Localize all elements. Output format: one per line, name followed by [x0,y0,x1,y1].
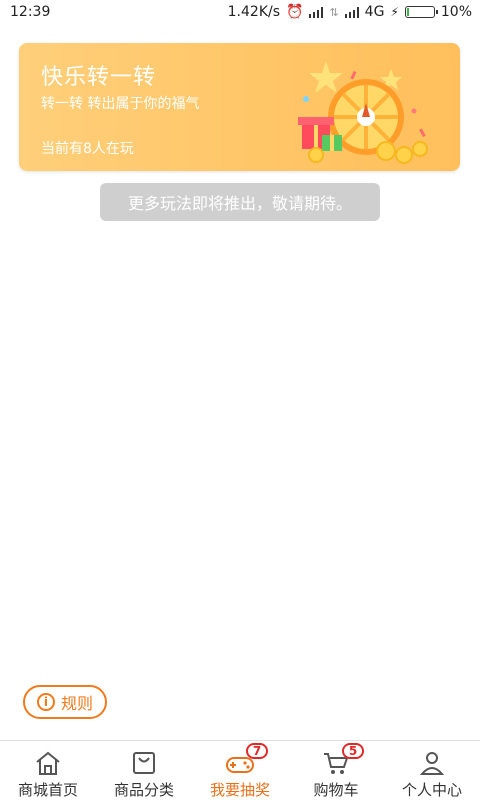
nav-home-label: 商城首页 [17,781,78,799]
status-time: 12:39 [10,4,51,20]
rules-button[interactable]: i 规则 [23,685,107,719]
alarm-icon: ⏰ [286,4,304,20]
nav-category-label: 商品分类 [113,781,174,799]
bag-icon [129,749,159,777]
nav-profile[interactable]: 个人中心 [384,741,480,800]
data-arrows-icon: ⇅ [329,5,339,19]
star-icon [309,61,343,93]
prize-wheel-illustration [298,61,428,164]
battery-percent: 10% [440,4,472,20]
nav-lottery-label: 我要抽奖 [209,781,270,799]
bottom-nav: 商城首页 商品分类 7 我要抽奖 5 购物车 个人中心 [0,740,480,800]
info-icon: i [36,693,55,711]
lucky-wheel-banner[interactable]: 快乐转一转 转一转 转出属于你的福气 当前有8人在玩 [19,43,460,171]
cart-badge: 5 [342,743,364,759]
nav-cart[interactable]: 5 购物车 [288,741,384,800]
charging-icon: ⚡ [390,5,399,19]
network-type: 4G [364,4,385,20]
signal-icon [309,6,324,18]
signal-icon-2 [344,6,359,18]
coming-soon-toast: 更多玩法即将推出，敬请期待。 [100,183,380,221]
banner-title: 快乐转一转 [41,65,157,90]
nav-home[interactable]: 商城首页 [0,741,96,800]
rules-label: 规则 [60,694,93,713]
network-speed: 1.42K/s [227,4,281,20]
coin-icon [376,141,396,161]
battery-icon [404,6,438,18]
nav-lottery[interactable]: 7 我要抽奖 [192,741,288,800]
nav-profile-label: 个人中心 [401,781,462,799]
players-count: 当前有8人在玩 [41,141,134,157]
nav-cart-label: 购物车 [313,781,359,799]
user-icon [417,749,447,777]
lottery-badge: 7 [246,743,268,759]
home-icon [33,749,63,777]
nav-category[interactable]: 商品分类 [96,741,192,800]
status-right: 1.42K/s ⏰ ⇅ 4G ⚡ 10% [228,4,472,20]
status-bar: 12:39 1.42K/s ⏰ ⇅ 4G ⚡ 10% [0,0,480,26]
banner-subtitle: 转一转 转出属于你的福气 [41,96,200,112]
